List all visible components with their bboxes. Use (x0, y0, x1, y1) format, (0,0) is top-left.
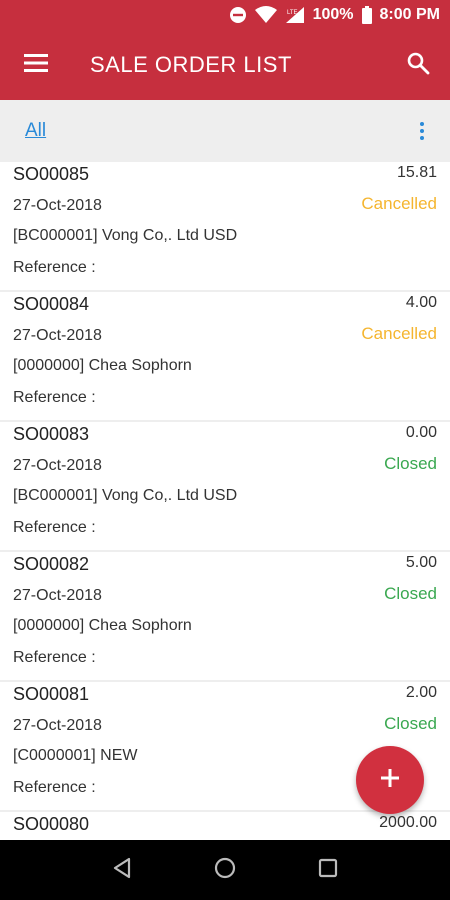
more-vert-icon-dot (420, 122, 424, 126)
order-list-item[interactable]: SO00084 4.00 27-Oct-2018 Cancelled [0000000]… (0, 292, 450, 422)
recents-button[interactable] (308, 850, 348, 890)
order-status: Cancelled (361, 194, 437, 213)
order-number: SO00084 (13, 294, 90, 314)
recents-square-icon (318, 858, 338, 883)
order-number: SO00081 (13, 684, 90, 704)
order-status: Closed (384, 454, 437, 473)
more-vert-icon-dot (420, 136, 424, 140)
order-customer: [0000000] Chea Sophorn (13, 357, 192, 374)
wifi-icon (254, 6, 277, 24)
order-number: SO00083 (13, 424, 90, 444)
order-date: 27-Oct-2018 (13, 197, 102, 214)
home-circle-icon (214, 857, 236, 884)
order-customer: [BC000001] Vong Co,. Ltd USD (13, 487, 238, 504)
filter-bar: All (0, 100, 450, 162)
system-navigation-bar (0, 840, 450, 900)
page-title: SALE ORDER LIST (90, 52, 292, 77)
hamburger-menu-icon (24, 53, 48, 77)
clock: 8:00 PM (379, 6, 440, 23)
plus-icon (380, 768, 400, 793)
order-amount: 0.00 (405, 424, 437, 441)
back-button[interactable] (102, 850, 142, 890)
battery-icon (361, 6, 372, 24)
more-options-button[interactable] (412, 116, 432, 146)
order-customer: [BC000001] Vong Co,. Ltd USD (13, 227, 238, 244)
order-reference-label: Reference : (13, 389, 96, 406)
search-button[interactable] (386, 30, 450, 100)
order-amount: 15.81 (396, 164, 437, 181)
svg-text:LTE: LTE (287, 10, 298, 16)
order-reference-label: Reference : (13, 779, 96, 796)
order-customer: [0000000] Chea Sophorn (13, 617, 192, 634)
app-bar: SALE ORDER LIST (0, 30, 450, 100)
order-reference-label: Reference : (13, 649, 96, 666)
order-list-item[interactable]: SO00083 0.00 27-Oct-2018 Closed [BC000001] V… (0, 422, 450, 552)
order-number: SO00080 (13, 814, 90, 834)
order-date: 27-Oct-2018 (13, 717, 102, 734)
order-status: Closed (384, 584, 437, 603)
sale-order-list: SO00085 15.81 27-Oct-2018 Cancelled [BC00000… (0, 162, 450, 840)
order-amount: 2.00 (405, 684, 437, 701)
add-order-button[interactable] (356, 746, 424, 814)
order-number: SO00082 (13, 554, 90, 574)
status-bar: LTE 100% 8:00 PM (0, 0, 450, 30)
order-list-item[interactable]: SO00080 2000.00 (0, 812, 450, 840)
order-number: SO00085 (13, 164, 90, 184)
order-amount: 4.00 (405, 294, 437, 311)
order-date: 27-Oct-2018 (13, 587, 102, 604)
home-button[interactable] (205, 850, 245, 890)
filter-all-link[interactable]: All (25, 120, 46, 142)
order-reference-label: Reference : (13, 519, 96, 536)
order-status: Closed (384, 714, 437, 733)
order-amount: 2000.00 (379, 814, 437, 831)
menu-button[interactable] (0, 30, 72, 100)
battery-percentage: 100% (312, 6, 354, 23)
order-amount: 5.00 (405, 554, 437, 571)
order-list-item[interactable]: SO00082 5.00 27-Oct-2018 Closed [0000000] Ch… (0, 552, 450, 682)
order-date: 27-Oct-2018 (13, 457, 102, 474)
back-triangle-icon (112, 857, 132, 884)
order-reference-label: Reference : (13, 259, 96, 276)
signal-lte-icon: LTE (285, 6, 305, 24)
order-customer: [C0000001] NEW (13, 747, 138, 764)
order-list-item[interactable]: SO00085 15.81 27-Oct-2018 Cancelled [BC00000… (0, 162, 450, 292)
order-status: Cancelled (361, 324, 437, 343)
do-not-disturb-icon (229, 6, 247, 24)
more-vert-icon-dot (420, 129, 424, 133)
search-icon (406, 51, 430, 80)
order-date: 27-Oct-2018 (13, 327, 102, 344)
